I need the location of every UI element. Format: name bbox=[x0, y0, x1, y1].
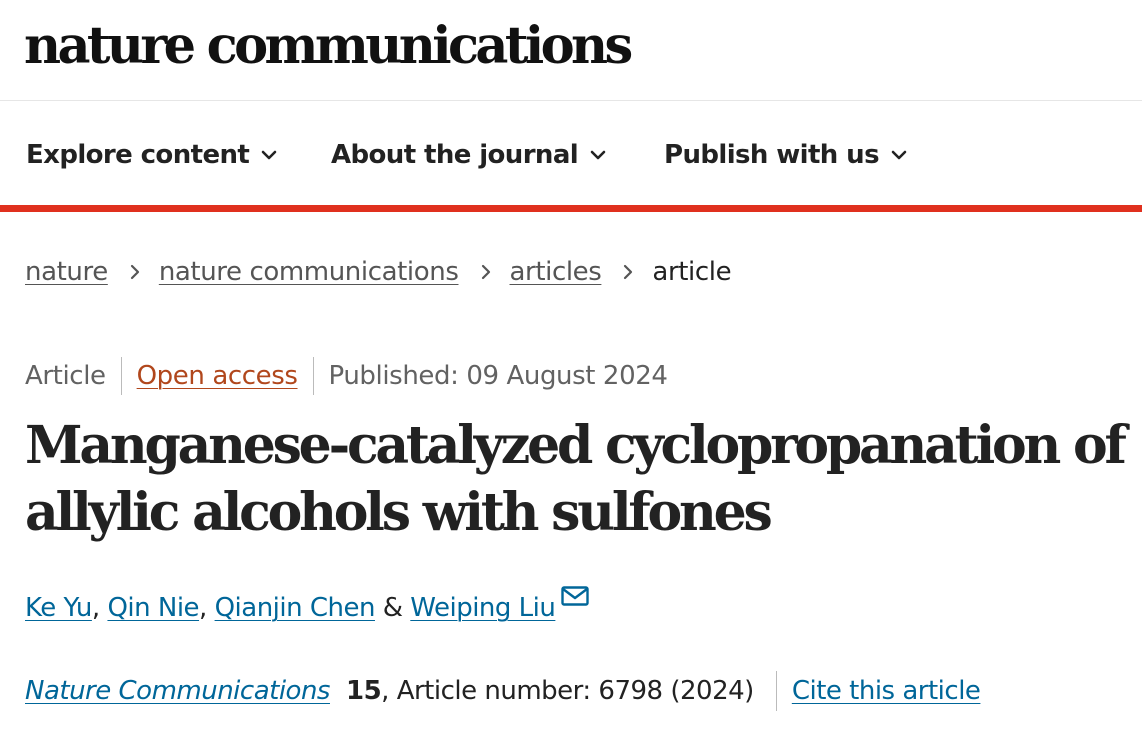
meta-divider bbox=[120, 357, 122, 395]
nav-publish-with-us[interactable]: Publish with us bbox=[664, 135, 907, 175]
mail-icon[interactable] bbox=[561, 586, 590, 606]
meta-divider bbox=[312, 357, 314, 395]
chevron-down-icon bbox=[261, 150, 277, 160]
nav-explore-content-label: Explore content bbox=[26, 140, 250, 170]
author-link[interactable]: Ke Yu bbox=[25, 593, 92, 623]
author-separator: & bbox=[374, 593, 411, 623]
author-link[interactable]: Qin Nie bbox=[107, 593, 199, 623]
article-meta: Article Open access Published: 09 August… bbox=[25, 356, 668, 396]
main-nav: Explore content About the journal Publis… bbox=[0, 101, 1142, 205]
masthead: nature communications bbox=[0, 0, 1142, 101]
nav-about-journal[interactable]: About the journal bbox=[331, 135, 606, 175]
accent-divider bbox=[0, 205, 1142, 212]
nav-publish-with-us-label: Publish with us bbox=[664, 140, 880, 170]
chevron-right-icon bbox=[130, 264, 139, 280]
chevron-right-icon bbox=[624, 264, 633, 280]
chevron-down-icon bbox=[590, 150, 606, 160]
nav-explore-content[interactable]: Explore content bbox=[26, 135, 277, 175]
author-separator: , bbox=[91, 593, 108, 623]
nav-about-journal-label: About the journal bbox=[331, 140, 579, 170]
citation-row: Nature Communications 15 , Article numbe… bbox=[25, 670, 981, 712]
journal-link[interactable]: Nature Communications bbox=[25, 676, 330, 706]
published-date: Published: 09 August 2024 bbox=[328, 361, 668, 391]
author-list: Ke Yu , Qin Nie , Qianjin Chen & Weiping… bbox=[25, 586, 590, 630]
citation-divider bbox=[775, 671, 777, 711]
breadcrumb-current: article bbox=[652, 257, 732, 287]
chevron-right-icon bbox=[481, 264, 490, 280]
article-title: Manganese-catalyzed cyclopropanation of … bbox=[25, 415, 1127, 543]
journal-logo[interactable]: nature communications bbox=[24, 8, 633, 84]
article-number: , Article number: 6798 (2024) bbox=[381, 676, 754, 706]
author-separator: , bbox=[199, 593, 215, 623]
open-access-link[interactable]: Open access bbox=[137, 361, 298, 391]
chevron-down-icon bbox=[891, 150, 907, 160]
breadcrumb-articles[interactable]: articles bbox=[510, 257, 602, 287]
breadcrumb-nature[interactable]: nature bbox=[25, 257, 108, 287]
author-link[interactable]: Weiping Liu bbox=[410, 593, 556, 623]
article-type: Article bbox=[25, 361, 106, 391]
volume-number: 15 bbox=[345, 676, 382, 706]
breadcrumb-nature-communications[interactable]: nature communications bbox=[159, 257, 459, 287]
author-link[interactable]: Qianjin Chen bbox=[215, 593, 376, 623]
cite-this-article-link[interactable]: Cite this article bbox=[792, 676, 981, 706]
breadcrumb: nature nature communications articles ar… bbox=[25, 252, 732, 292]
